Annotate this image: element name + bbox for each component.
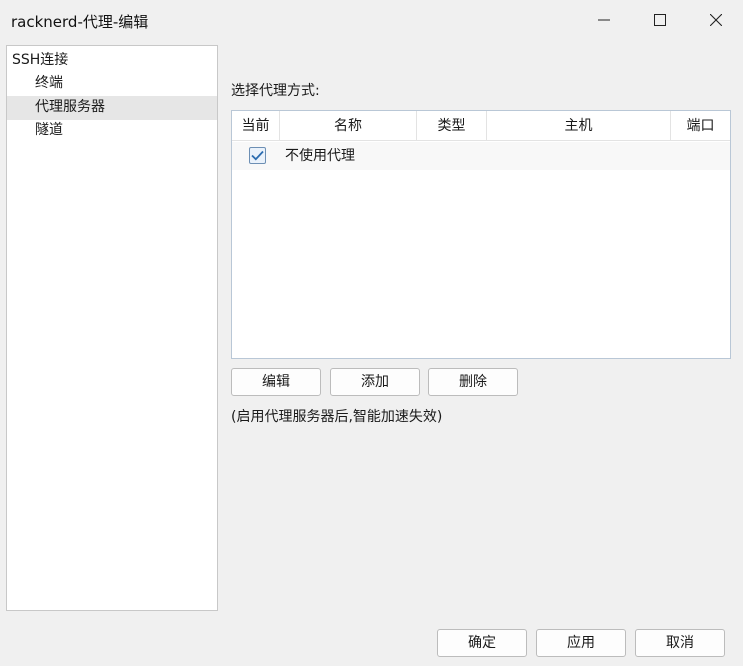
close-icon (710, 14, 722, 26)
ok-button[interactable]: 确定 (437, 629, 527, 657)
close-button[interactable] (688, 0, 743, 40)
proxy-table: 当前 名称 类型 主机 端口 不使用代理 (231, 110, 731, 359)
proxy-note: (启用代理服务器后,智能加速失效) (231, 409, 443, 425)
column-header-type[interactable]: 类型 (417, 111, 487, 141)
category-tree: SSH连接 终端 代理服务器 隧道 (6, 45, 218, 611)
current-checkbox[interactable] (249, 147, 266, 164)
column-header-port[interactable]: 端口 (671, 111, 730, 141)
checkmark-icon (251, 150, 264, 161)
title-bar: racknerd-代理-编辑 (0, 0, 743, 40)
proxy-method-label: 选择代理方式: (231, 83, 320, 99)
column-header-current[interactable]: 当前 (232, 111, 280, 141)
tree-item-proxy-server[interactable]: 代理服务器 (35, 96, 105, 119)
column-header-host[interactable]: 主机 (487, 111, 671, 141)
maximize-icon (654, 14, 666, 26)
cancel-button[interactable]: 取消 (635, 629, 725, 657)
minimize-icon (598, 19, 610, 21)
maximize-button[interactable] (632, 0, 688, 40)
proxy-name-cell: 不使用代理 (285, 148, 355, 164)
edit-button[interactable]: 编辑 (231, 368, 321, 396)
window-title: racknerd-代理-编辑 (11, 13, 149, 31)
tree-item-tunnel[interactable]: 隧道 (35, 119, 63, 142)
delete-button[interactable]: 删除 (428, 368, 518, 396)
tree-item-terminal[interactable]: 终端 (35, 72, 63, 95)
apply-button[interactable]: 应用 (536, 629, 626, 657)
column-header-name[interactable]: 名称 (280, 111, 417, 141)
tree-item-ssh[interactable]: SSH连接 (12, 49, 68, 72)
add-button[interactable]: 添加 (330, 368, 420, 396)
table-row[interactable]: 不使用代理 (232, 142, 730, 170)
table-header: 当前 名称 类型 主机 端口 (232, 111, 730, 141)
minimize-button[interactable] (576, 0, 632, 40)
